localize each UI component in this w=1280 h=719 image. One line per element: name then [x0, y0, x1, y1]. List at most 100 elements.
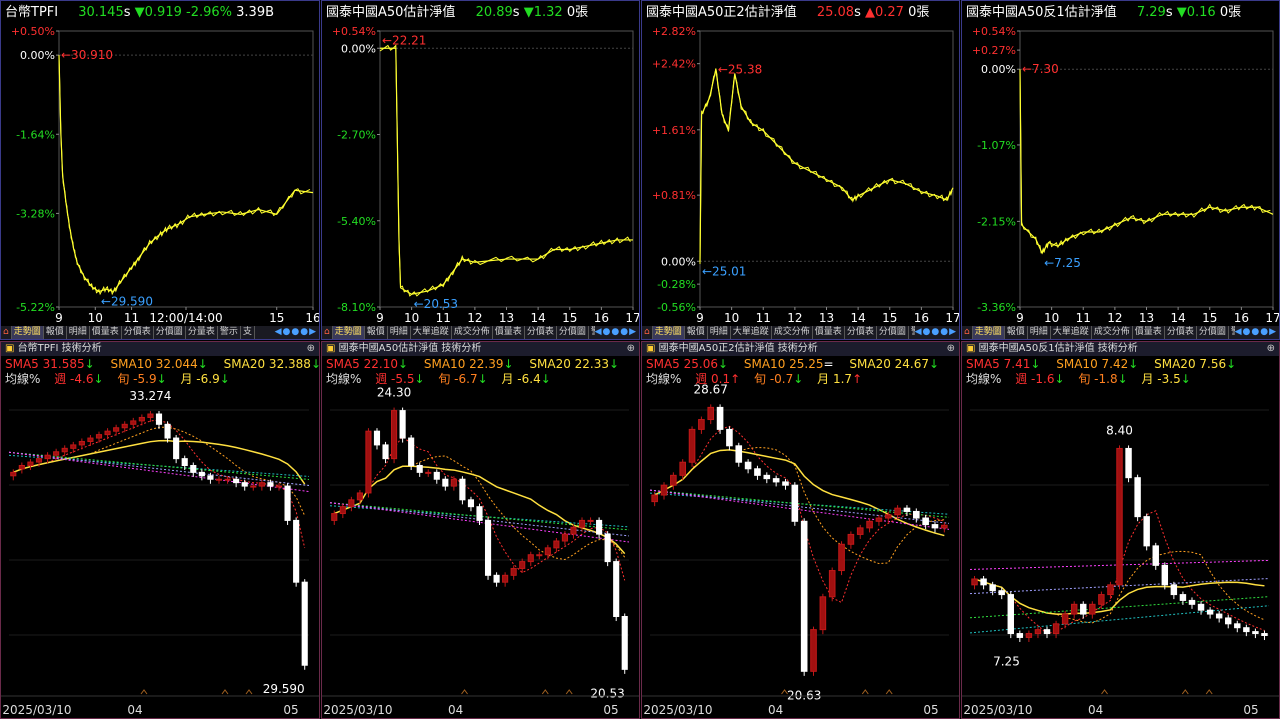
tab-3[interactable]: 價量表 — [90, 326, 122, 339]
tab-2[interactable]: 明細 — [708, 326, 731, 339]
tab-2[interactable]: 明細 — [388, 326, 411, 339]
candle-body — [476, 506, 483, 521]
low-annotation: ←7.25 — [1044, 256, 1081, 270]
y-tick-label: -1.64% — [16, 128, 55, 141]
home-icon[interactable]: ⌂ — [1, 326, 12, 339]
x-tick-label: 15 — [1202, 311, 1217, 325]
tab-2[interactable]: 明細 — [67, 326, 90, 339]
tab-1[interactable]: 報價 — [365, 326, 388, 339]
tab-3[interactable]: 大單追蹤 — [731, 326, 772, 339]
x-tick-label: 16 — [1234, 311, 1249, 325]
candle-body — [1252, 631, 1259, 635]
tab-0[interactable]: 走勢圖 — [972, 326, 1005, 339]
x-tick-label: 04 — [127, 703, 142, 717]
tab-0[interactable]: 走勢圖 — [332, 326, 365, 339]
tab-0[interactable]: 走勢圖 — [652, 326, 685, 339]
candle-body — [416, 465, 423, 473]
candle-body — [1243, 627, 1250, 633]
candle-body — [587, 519, 594, 522]
candle-body — [53, 451, 60, 456]
intraday-panel-3: 國泰中國A50正2估計淨值 25.08s ▲0.27 0張 +2.82% +2.4… — [641, 0, 960, 340]
x-tick-label: 9 — [696, 311, 704, 325]
event-marker — [1205, 689, 1213, 695]
tab-7[interactable]: 警示 — [218, 326, 241, 339]
tab-0[interactable]: 走勢圖 — [11, 326, 44, 339]
x-tick-label: 2025/03/10 — [323, 703, 392, 717]
candlestick-chart: 8.40 7.25 2025/03/10 04 05 — [962, 409, 1279, 717]
tab-6[interactable]: 分價表 — [525, 326, 557, 339]
scroll-arrows-icon[interactable]: ◀●●●▶ — [1234, 326, 1277, 339]
y-tick-label: 0.00% — [20, 49, 55, 62]
tab-6[interactable]: 分量表 — [186, 326, 218, 339]
tab-7[interactable]: 分價圖 — [1197, 326, 1229, 339]
candle-body — [922, 517, 929, 526]
candle-body — [1225, 617, 1232, 625]
intraday-chart: +0.50% 0.00% -1.64% -3.28% -5.22%9 10 11 12:00/… — [11, 25, 319, 325]
candle-body — [716, 406, 724, 430]
long-ma-line — [969, 605, 1270, 634]
candle-body — [772, 478, 780, 483]
x-tick-label: 16 — [594, 311, 609, 325]
x-tick-label: 12:00/14:00 — [149, 311, 222, 325]
candle-body — [1007, 594, 1014, 635]
candle-body — [1125, 447, 1132, 479]
y-tick-label: -5.22% — [16, 301, 55, 314]
tab-1[interactable]: 報價 — [685, 326, 708, 339]
candle-body — [181, 458, 188, 466]
long-ma-line — [8, 451, 310, 480]
candle-body — [502, 574, 509, 583]
candle-body — [688, 428, 696, 463]
tab-3[interactable]: 大單追蹤 — [1051, 326, 1092, 339]
tab-5[interactable]: 分價圖 — [154, 326, 186, 339]
tab-5[interactable]: 價量表 — [493, 326, 525, 339]
tab-2[interactable]: 明細 — [1028, 326, 1051, 339]
event-marker — [861, 689, 869, 695]
tab-1[interactable]: 報價 — [44, 326, 67, 339]
y-tick-label: -1.07% — [977, 139, 1016, 152]
candle-body — [1025, 633, 1033, 638]
x-tick-label: 05 — [283, 703, 298, 717]
tab-3[interactable]: 大單追蹤 — [411, 326, 452, 339]
x-tick-label: 9 — [376, 311, 384, 325]
tab-5[interactable]: 價量表 — [1133, 326, 1165, 339]
x-tick-label: 04 — [1088, 703, 1103, 717]
home-icon[interactable]: ⌂ — [962, 326, 973, 339]
tab-7[interactable]: 分價圖 — [557, 326, 589, 339]
home-icon[interactable]: ⌂ — [642, 326, 653, 339]
y-tick-label: -0.56% — [657, 301, 696, 314]
x-tick-label: 05 — [923, 703, 938, 717]
event-marker — [885, 689, 893, 695]
candle-body — [121, 423, 128, 429]
tab-4[interactable]: 分價表 — [122, 326, 154, 339]
price-line — [699, 69, 954, 262]
candle-body — [604, 533, 611, 563]
home-icon[interactable]: ⌂ — [322, 326, 333, 339]
tab-6[interactable]: 分價表 — [1165, 326, 1197, 339]
tab-8[interactable]: 支 — [241, 326, 255, 339]
tab-4[interactable]: 成交分佈 — [1092, 326, 1133, 339]
tab-5[interactable]: 價量表 — [813, 326, 845, 339]
candle-body — [989, 584, 996, 592]
scroll-arrows-icon[interactable]: ◀●●●▶ — [594, 326, 637, 339]
low-annotation: ←20.53 — [414, 297, 458, 311]
low-price-label: 7.25 — [993, 654, 1020, 668]
tab-4[interactable]: 成交分佈 — [772, 326, 813, 339]
candle-body — [373, 430, 381, 446]
intraday-chart: +0.54% 0.00% -2.70% -5.40% -8.10%9 10 11 12 13 14… — [332, 25, 640, 325]
y-tick-label: +2.42% — [652, 58, 696, 71]
tab-7[interactable]: 分價圖 — [877, 326, 909, 339]
long-ma-line — [649, 489, 950, 524]
long-ma-line — [8, 451, 310, 486]
scroll-arrows-icon[interactable]: ◀●●●▶ — [914, 326, 957, 339]
candle-body — [382, 444, 389, 460]
x-tick-label: 17 — [625, 311, 640, 325]
low-price-label: 20.63 — [787, 688, 821, 702]
candle-body — [660, 484, 668, 496]
tab-1[interactable]: 報價 — [1005, 326, 1028, 339]
candle-body — [763, 474, 771, 480]
scroll-arrows-icon[interactable]: ◀●●●▶ — [274, 326, 317, 339]
y-tick-label: -5.40% — [337, 215, 376, 228]
tab-6[interactable]: 分價表 — [845, 326, 877, 339]
technical-panel-1: ▣ 台幣TPFI 技術分析 ⊕ SMA5 31.585↓ SMA10 32.04… — [0, 341, 320, 719]
tab-4[interactable]: 成交分佈 — [452, 326, 493, 339]
